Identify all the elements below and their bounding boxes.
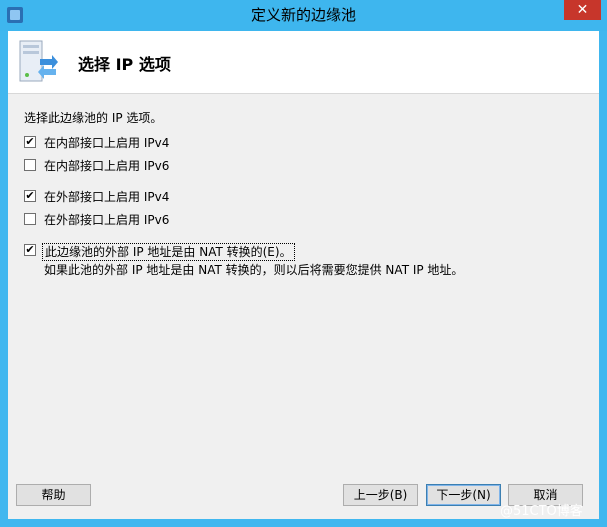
next-button[interactable]: 下一步(N) xyxy=(426,484,501,506)
option-label: 在外部接口上启用 IPv4 xyxy=(44,190,170,204)
dialog-client: 选择 IP 选项 选择此边缘池的 IP 选项。 ✔ 在内部接口上启用 IPv4 … xyxy=(8,31,599,519)
checkbox-internal-ipv4[interactable]: ✔ xyxy=(24,136,36,148)
option-label: 在外部接口上启用 IPv6 xyxy=(44,213,170,227)
wizard-header: 选择 IP 选项 xyxy=(8,31,599,94)
checkbox-nat[interactable]: ✔ xyxy=(24,244,36,256)
title-bar[interactable]: 定义新的边缘池 ✕ xyxy=(0,0,607,31)
window-title: 定义新的边缘池 xyxy=(250,6,356,24)
checkbox-internal-ipv6[interactable] xyxy=(24,159,36,171)
watermark: @51CTO博客 xyxy=(500,504,583,519)
checkbox-external-ipv6[interactable] xyxy=(24,213,36,225)
checkbox-external-ipv4[interactable]: ✔ xyxy=(24,190,36,202)
close-button[interactable]: ✕ xyxy=(564,0,601,20)
edge-pool-server-icon xyxy=(19,40,58,82)
prompt-text: 选择此边缘池的 IP 选项。 xyxy=(24,111,163,125)
dialog-window: 定义新的边缘池 ✕ 选择 IP 选项 选择此边缘池的 IP 选项。 ✔ 在内部接… xyxy=(0,0,607,527)
back-button[interactable]: 上一步(B) xyxy=(343,484,418,506)
option-label: 此边缘池的外部 IP 地址是由 NAT 转换的(E)。 xyxy=(42,243,295,261)
nat-note: 如果此池的外部 IP 地址是由 NAT 转换的，则以后将需要您提供 NAT IP… xyxy=(44,263,464,277)
option-label: 在内部接口上启用 IPv4 xyxy=(44,136,170,150)
page-title: 选择 IP 选项 xyxy=(78,55,171,74)
option-label: 在内部接口上启用 IPv6 xyxy=(44,159,170,173)
help-button[interactable]: 帮助 xyxy=(16,484,91,506)
